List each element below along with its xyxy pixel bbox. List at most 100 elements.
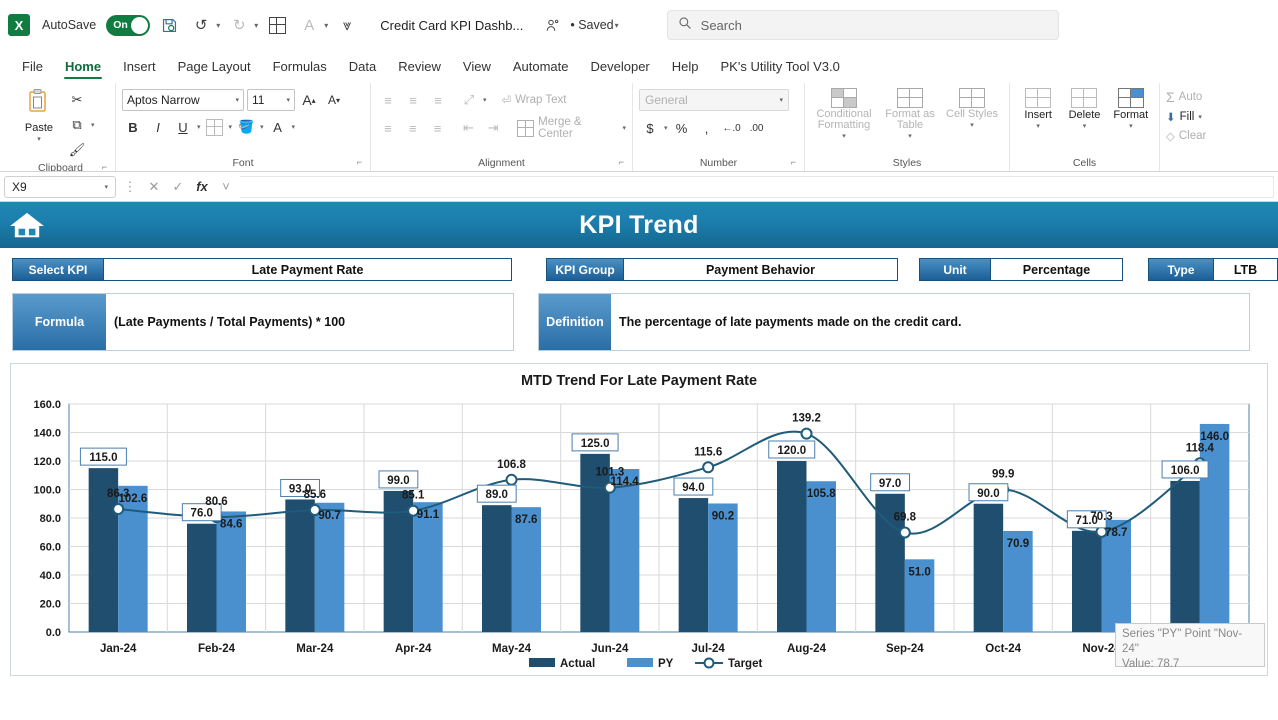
font-dialog-launcher[interactable]: ⌐ <box>357 155 362 170</box>
paste-caret-icon[interactable]: ▾ <box>37 135 41 143</box>
font-color-button-caret-icon[interactable]: ▾ <box>292 123 296 131</box>
merge-center-caret-icon[interactable]: ▾ <box>622 124 626 132</box>
select-kpi-value[interactable]: Late Payment Rate <box>104 258 512 281</box>
increase-decimal-icon[interactable]: ←.0 <box>721 117 743 139</box>
unit-field[interactable]: Unit Percentage <box>919 258 1123 281</box>
name-box[interactable]: X9 ▾ <box>4 176 116 198</box>
decrease-decimal-icon[interactable]: .00 <box>746 117 768 139</box>
conditional-formatting-caret-icon[interactable]: ▾ <box>842 132 846 140</box>
format-cells-caret-icon[interactable]: ▾ <box>1129 122 1133 130</box>
autosum-button[interactable]: Σ Auto <box>1166 89 1206 105</box>
share-people-icon[interactable] <box>539 12 565 38</box>
number-format-select[interactable]: General ▾ <box>639 89 789 111</box>
delete-cells-caret-icon[interactable]: ▾ <box>1083 122 1087 130</box>
format-as-table-caret-icon[interactable]: ▾ <box>908 132 912 140</box>
merge-center-button[interactable]: Merge & Center ▾ <box>517 116 626 140</box>
italic-button[interactable]: I <box>147 116 169 138</box>
number-dialog-launcher[interactable]: ⌐ <box>791 155 796 170</box>
name-box-more-icon[interactable]: ⋮ <box>120 179 140 195</box>
align-left-icon[interactable]: ≡ <box>377 117 399 139</box>
more-commands-icon[interactable]: ⩔ <box>334 12 360 38</box>
cut-icon[interactable]: ✂ <box>66 89 88 111</box>
format-as-table-button[interactable]: Format as Table ▾ <box>879 85 941 140</box>
currency-caret-icon[interactable]: ▾ <box>664 124 668 132</box>
search-input[interactable]: Search <box>667 10 1059 40</box>
select-kpi-field[interactable]: Select KPI Late Payment Rate <box>12 258 512 281</box>
alignment-dialog-launcher[interactable]: ⌐ <box>619 155 624 170</box>
fill-color-caret-icon[interactable]: ▾ <box>260 123 264 131</box>
tab-insert[interactable]: Insert <box>113 56 166 80</box>
enter-icon[interactable]: ✓ <box>168 179 188 195</box>
undo-caret-icon[interactable]: ▾ <box>216 21 220 30</box>
tab-formulas[interactable]: Formulas <box>263 56 337 80</box>
insert-cells-button[interactable]: Insert ▾ <box>1016 85 1060 130</box>
underline-button[interactable]: U <box>172 116 194 138</box>
fill-color-icon[interactable]: 🪣 <box>235 116 257 138</box>
tab-view[interactable]: View <box>453 56 501 80</box>
align-middle-icon[interactable]: ≡ <box>402 89 424 111</box>
undo-icon[interactable]: ↺ <box>188 12 214 38</box>
save-icon[interactable] <box>156 12 182 38</box>
fill-caret-icon[interactable]: ▾ <box>1198 113 1202 121</box>
bold-button[interactable]: B <box>122 116 144 138</box>
wrap-text-button[interactable]: ⏎ Wrap Text <box>502 93 567 107</box>
align-right-icon[interactable]: ≡ <box>427 117 449 139</box>
kpi-group-field[interactable]: KPI Group Payment Behavior <box>546 258 898 281</box>
font-name-caret-icon[interactable]: ▾ <box>235 96 239 104</box>
number-format-caret-icon[interactable]: ▾ <box>779 96 783 104</box>
tab-file[interactable]: File <box>12 56 53 80</box>
fill-button[interactable]: ⬇ Fill ▾ <box>1166 110 1206 124</box>
decrease-font-size-icon[interactable]: A▾ <box>323 89 345 111</box>
home-icon[interactable] <box>8 210 46 240</box>
insert-function-icon[interactable]: fx <box>192 179 212 194</box>
formula-input[interactable] <box>240 176 1274 198</box>
autosave-toggle[interactable]: On <box>106 15 150 36</box>
tab-review[interactable]: Review <box>388 56 451 80</box>
formula-bar-expand-caret-icon[interactable]: ˅ <box>216 179 236 194</box>
tab-automate[interactable]: Automate <box>503 56 579 80</box>
orientation-icon[interactable]: ⤢ <box>458 89 480 111</box>
tab-home[interactable]: Home <box>55 56 111 80</box>
tab-developer[interactable]: Developer <box>581 56 660 80</box>
underline-caret-icon[interactable]: ▾ <box>197 123 201 131</box>
align-center-icon[interactable]: ≡ <box>402 117 424 139</box>
table-icon[interactable] <box>264 12 290 38</box>
increase-font-size-icon[interactable]: A▴ <box>298 89 320 111</box>
cell-styles-caret-icon[interactable]: ▾ <box>970 121 974 129</box>
tab-page-layout[interactable]: Page Layout <box>168 56 261 80</box>
format-cells-button[interactable]: Format ▾ <box>1109 85 1153 130</box>
tab-help[interactable]: Help <box>662 56 709 80</box>
insert-cells-caret-icon[interactable]: ▾ <box>1036 122 1040 130</box>
format-painter-icon[interactable]: 🖌 <box>66 139 88 161</box>
copy-icon[interactable]: ⧉ <box>66 114 88 136</box>
name-box-caret-icon[interactable]: ▾ <box>104 183 108 191</box>
font-name-input[interactable]: Aptos Narrow ▾ <box>122 89 244 111</box>
copy-caret-icon[interactable]: ▾ <box>91 121 95 129</box>
kpi-trend-chart[interactable]: MTD Trend For Late Payment Rate 0.020.04… <box>10 363 1268 676</box>
orientation-caret-icon[interactable]: ▾ <box>483 96 487 104</box>
type-field[interactable]: Type LTB <box>1148 258 1278 281</box>
increase-indent-icon[interactable]: ⇥ <box>482 117 504 139</box>
tab-pk-utility-tool[interactable]: PK's Utility Tool V3.0 <box>711 56 850 80</box>
conditional-formatting-button[interactable]: Conditional Formatting ▾ <box>811 85 877 140</box>
currency-icon[interactable]: $ <box>639 117 661 139</box>
document-title[interactable]: Credit Card KPI Dashb... <box>380 18 523 33</box>
align-top-icon[interactable]: ≡ <box>377 89 399 111</box>
saved-caret-icon[interactable]: ▾ <box>615 21 619 30</box>
tab-data[interactable]: Data <box>339 56 386 80</box>
font-size-input[interactable]: 11 ▾ <box>247 89 295 111</box>
cell-styles-button[interactable]: Cell Styles ▾ <box>943 85 1001 129</box>
decrease-indent-icon[interactable]: ⇤ <box>457 117 479 139</box>
clear-button[interactable]: ◇ Clear <box>1166 129 1206 143</box>
comma-style-icon[interactable]: , <box>696 117 718 139</box>
font-size-caret-icon[interactable]: ▾ <box>286 96 290 104</box>
delete-cells-button[interactable]: Delete ▾ <box>1062 85 1106 130</box>
clipboard-dialog-launcher[interactable]: ⌐ <box>102 160 107 172</box>
cancel-icon[interactable]: ✕ <box>144 179 164 195</box>
align-bottom-icon[interactable]: ≡ <box>427 89 449 111</box>
font-color-button-icon[interactable]: A <box>267 116 289 138</box>
borders-icon[interactable] <box>204 116 226 138</box>
percent-style-icon[interactable]: % <box>671 117 693 139</box>
paste-button[interactable]: Paste ▾ <box>12 85 66 143</box>
borders-caret-icon[interactable]: ▾ <box>229 123 233 131</box>
